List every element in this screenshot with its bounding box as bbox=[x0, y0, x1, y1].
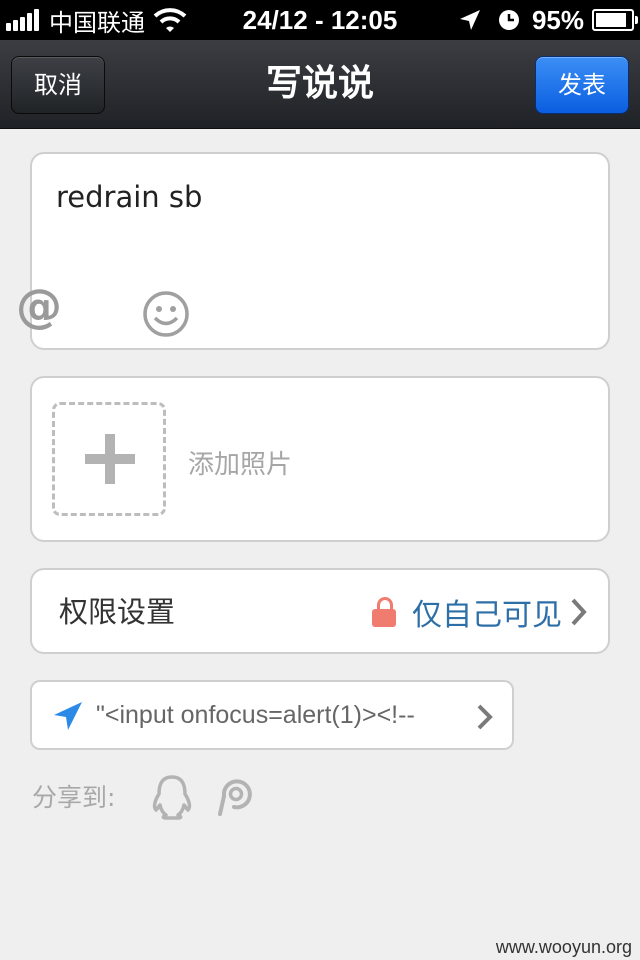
svg-text:@: @ bbox=[16, 280, 62, 330]
compose-box[interactable]: redrain sb bbox=[30, 152, 610, 350]
cancel-button[interactable]: 取消 bbox=[11, 56, 105, 114]
chevron-right-icon bbox=[571, 598, 587, 626]
nav-bar: 写说说 取消 发表 bbox=[0, 40, 640, 129]
status-bar: 中国联通 24/12 - 12:05 95% bbox=[0, 0, 640, 40]
battery-percent: 95% bbox=[531, 4, 584, 35]
permission-value: 仅自己可见 bbox=[412, 598, 562, 633]
photo-panel: 添加照片 bbox=[30, 376, 610, 542]
post-button[interactable]: 发表 bbox=[535, 56, 629, 114]
location-arrow-icon bbox=[459, 10, 480, 30]
add-photo-label: 添加照片 bbox=[188, 450, 293, 480]
location-arrow-icon bbox=[54, 702, 82, 730]
permission-label: 权限设置 bbox=[59, 595, 176, 629]
chevron-right-icon bbox=[477, 704, 493, 730]
watermark: www.wooyun.org bbox=[495, 937, 632, 957]
add-photo-button[interactable] bbox=[52, 402, 166, 516]
at-icon[interactable]: @ bbox=[14, 280, 64, 330]
permission-row[interactable]: 权限设置 仅自己可见 bbox=[30, 568, 610, 654]
qq-icon[interactable] bbox=[150, 774, 194, 820]
lock-icon bbox=[372, 597, 396, 627]
battery-icon bbox=[592, 9, 638, 31]
location-row[interactable]: "<input onfocus=alert(1)><!-- bbox=[30, 680, 514, 750]
clock-icon bbox=[498, 10, 519, 30]
compose-text[interactable]: redrain sb bbox=[56, 180, 202, 214]
pengyou-icon[interactable] bbox=[212, 774, 254, 818]
share-label: 分享到: bbox=[32, 783, 116, 812]
smiley-icon[interactable] bbox=[142, 290, 190, 338]
location-text: "<input onfocus=alert(1)><!-- bbox=[96, 701, 415, 729]
